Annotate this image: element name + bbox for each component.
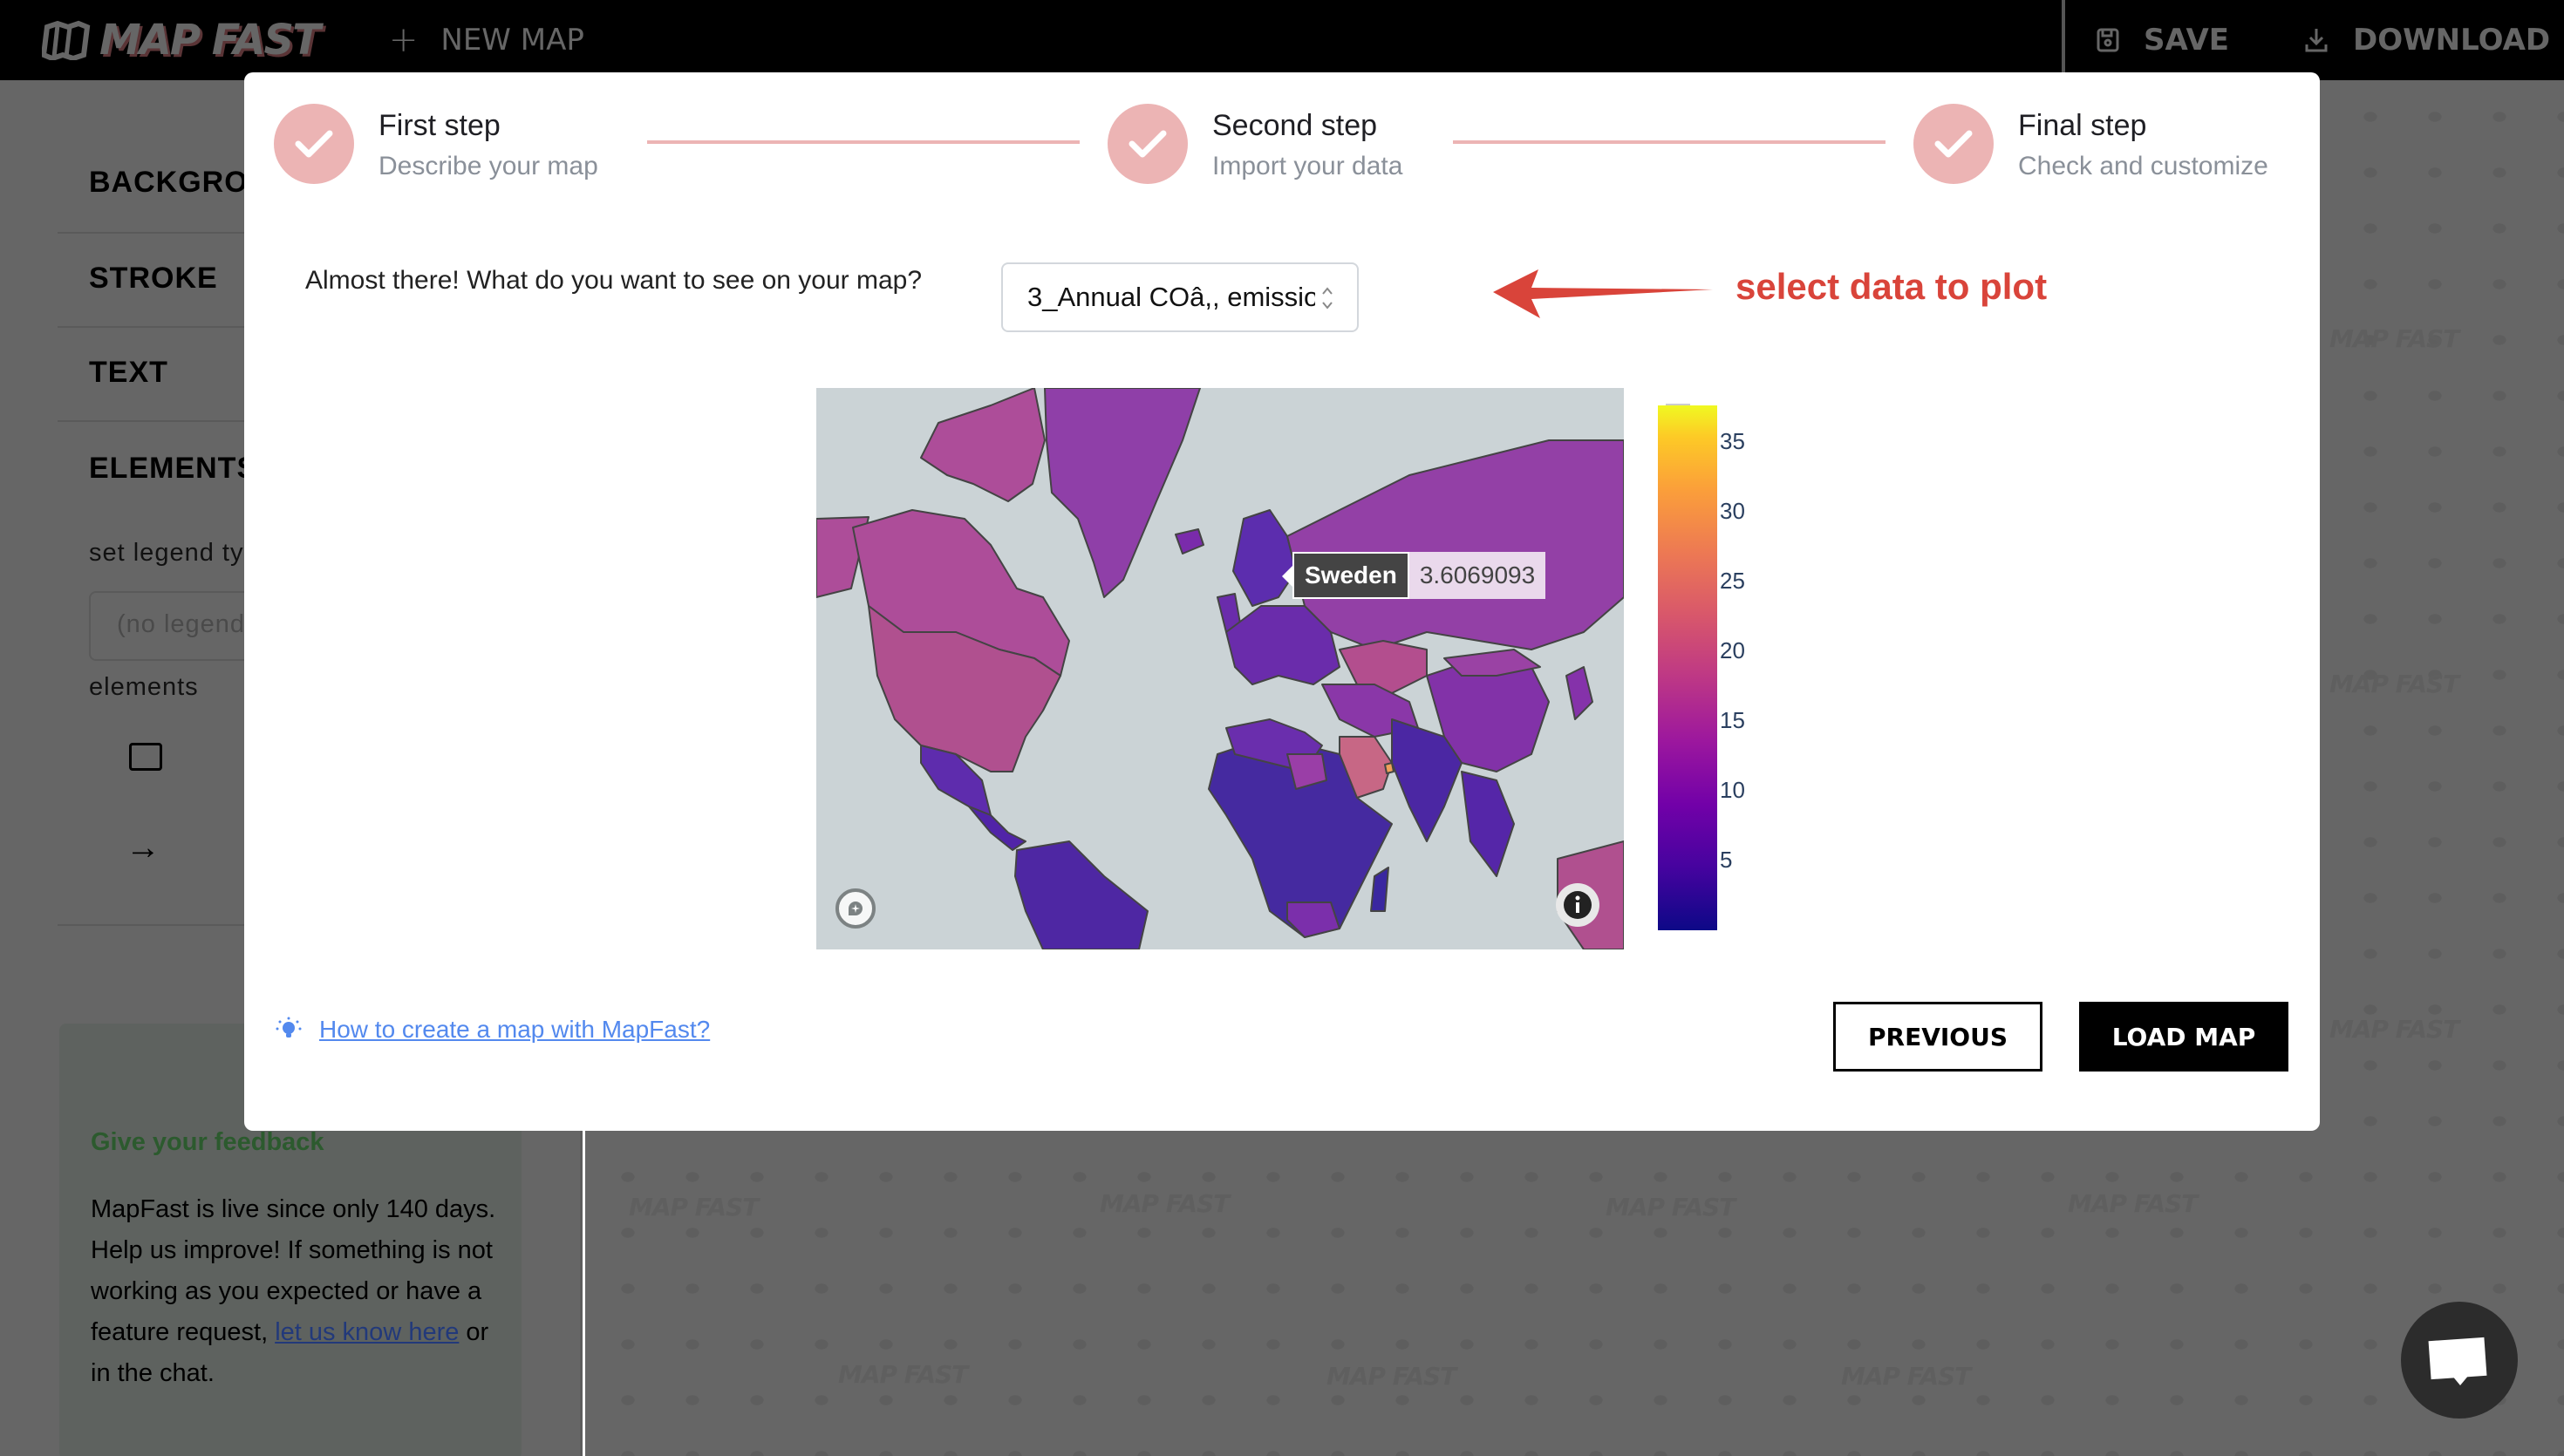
mapbox-logo-icon[interactable] (835, 888, 876, 929)
new-map-button[interactable]: + NEW MAP (389, 20, 584, 60)
watermark: MAP FAST (838, 1360, 968, 1389)
region-madagascar (1370, 867, 1389, 912)
colorbar-tick: 20 (1720, 637, 1745, 663)
arrow-icon[interactable]: → (126, 828, 160, 867)
hover-tooltip: Sweden 3.6069093 (1282, 552, 1546, 599)
help-row: How to create a map with MapFast? (276, 1016, 710, 1044)
step-first: First step Describe your map (274, 104, 598, 184)
region-japan (1565, 666, 1593, 720)
select-value: 3_Annual COâ,, emissions (pe (1027, 282, 1315, 312)
section-label: TEXT (89, 356, 168, 389)
colorbar-tick: 25 (1720, 568, 1745, 594)
step-title: First step (378, 109, 501, 142)
tooltip-country: Sweden (1282, 552, 1409, 599)
save-button[interactable]: SAVE (2097, 23, 2229, 58)
map-wizard-modal: First step Describe your map Second step I… (244, 72, 2320, 1131)
feedback-title: Give your feedback (91, 1128, 324, 1156)
previous-button[interactable]: PREVIOUS (1833, 1002, 2042, 1072)
region-scandinavia (1232, 509, 1297, 607)
download-button[interactable]: DOWNLOAD (2304, 23, 2550, 58)
step-subtitle: Check and customize (2018, 152, 2268, 180)
chat-button[interactable] (2401, 1302, 2518, 1419)
save-label: SAVE (2144, 23, 2230, 58)
info-icon[interactable] (1556, 883, 1599, 927)
colorbar-tick: 35 (1720, 428, 1745, 454)
region-south-africa (1286, 901, 1340, 938)
legend-placeholder: (no legend) (117, 610, 255, 638)
chevron-up-down-icon (1322, 287, 1333, 310)
step-second: Second step Import your data (1108, 104, 1402, 184)
region-se-asia (1461, 771, 1515, 877)
watermark: MAP FAST (1326, 1362, 1456, 1391)
choropleth-map-preview[interactable]: Sweden 3.6069093 (816, 388, 1624, 949)
region-greenland (1044, 388, 1201, 598)
region-iceland (1175, 528, 1204, 555)
watermark: MAP FAST (1100, 1189, 1230, 1218)
watermark: MAP FAST (2329, 324, 2459, 353)
load-map-button[interactable]: LOAD MAP (2079, 1002, 2288, 1072)
elements-label: elements (89, 673, 199, 701)
rectangle-icon[interactable] (129, 743, 162, 771)
colorbar-tick: 30 (1720, 498, 1745, 524)
step-title: Second step (1212, 109, 1378, 142)
watermark: MAP FAST (2068, 1189, 2198, 1218)
step-subtitle: Describe your map (378, 152, 598, 180)
check-icon (274, 104, 354, 184)
logo-text: MAP FAST (99, 16, 321, 65)
watermark: MAP FAST (2329, 1015, 2459, 1044)
feedback-text: MapFast is live since only 140 days. Hel… (91, 1195, 496, 1387)
lightbulb-icon (276, 1017, 302, 1038)
colorbar-tick: 15 (1720, 707, 1745, 733)
region-central-america (968, 806, 1026, 851)
help-link[interactable]: How to create a map with MapFast? (319, 1016, 710, 1044)
region-south-america (1014, 840, 1149, 949)
section-label: STROKE (89, 262, 218, 295)
feedback-link[interactable]: let us know here (275, 1318, 459, 1346)
plus-icon: + (388, 20, 419, 60)
data-column-select[interactable]: 3_Annual COâ,, emissions (pe (1001, 262, 1359, 332)
watermark: MAP FAST (1841, 1362, 1971, 1391)
colorbar-tick: 5 (1720, 847, 1733, 873)
top-bar: MAP FAST + NEW MAP SAVE DOWNLOAD (0, 0, 2564, 80)
logo[interactable]: MAP FAST (42, 16, 321, 65)
colorbar (1658, 405, 1717, 930)
region-canada-arctic (920, 388, 1046, 502)
floppy-disk-icon (2097, 28, 2119, 52)
new-map-label: NEW MAP (440, 23, 584, 58)
annotation-text: select data to plot (1735, 266, 2048, 307)
check-icon (1108, 104, 1188, 184)
watermark: MAP FAST (629, 1193, 759, 1221)
region-russia (1286, 439, 1624, 650)
step-connector (647, 140, 1080, 144)
step-subtitle: Import your data (1212, 152, 1403, 180)
step-connector (1453, 140, 1885, 144)
map-logo-icon (42, 20, 91, 60)
download-label: DOWNLOAD (2353, 23, 2551, 58)
annotation-arrow-icon (1493, 269, 1713, 318)
check-icon (1913, 104, 1994, 184)
step-final: Final step Check and customize (1913, 104, 2268, 184)
watermark: MAP FAST (2329, 670, 2459, 698)
step-title: Final step (2018, 109, 2147, 142)
tooltip-value: 3.6069093 (1408, 552, 1546, 599)
data-question-label: Almost there! What do you want to see on… (305, 266, 923, 295)
download-icon (2305, 29, 2328, 52)
colorbar-tick: 10 (1720, 777, 1745, 803)
sidebar-section-elements[interactable]: ELEMENTS (89, 452, 257, 486)
watermark: MAP FAST (1606, 1193, 1735, 1221)
world-map (816, 388, 1624, 949)
